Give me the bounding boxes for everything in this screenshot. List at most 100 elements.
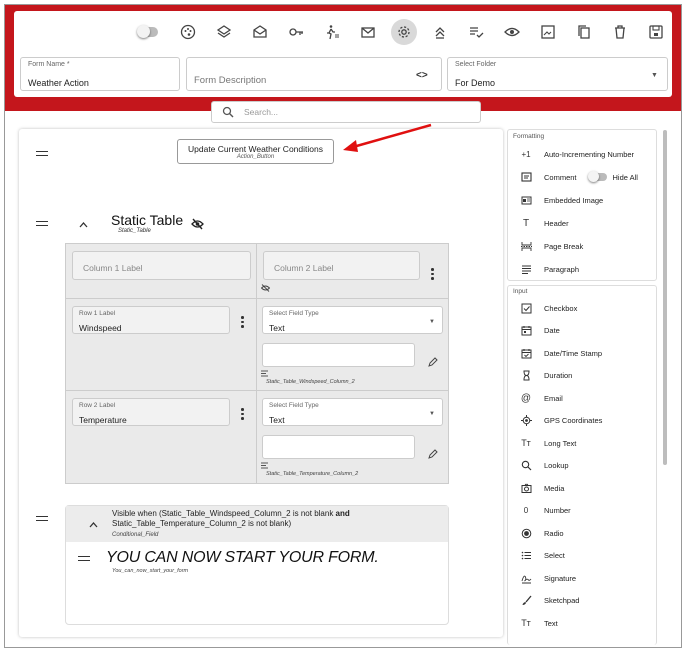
trash-icon[interactable] bbox=[602, 19, 638, 45]
formatting-title: Formatting bbox=[513, 133, 545, 140]
form-canvas: Update Current Weather Conditions Action… bbox=[19, 129, 503, 637]
field-settings-icon[interactable] bbox=[261, 370, 268, 377]
palette-item-duration[interactable]: Duration bbox=[518, 368, 572, 382]
at-icon: @ bbox=[520, 392, 532, 404]
annotation-arrow bbox=[343, 123, 432, 152]
palette-item-auto-number[interactable]: +1 Auto-Incrementing Number bbox=[518, 147, 634, 161]
drag-handle-icon[interactable] bbox=[78, 556, 90, 561]
formatting-panel: Formatting +1 Auto-Incrementing Number Co… bbox=[507, 129, 657, 281]
column-2-menu-icon[interactable] bbox=[431, 268, 434, 280]
chevron-up-icon[interactable] bbox=[79, 222, 88, 228]
palette-item-gps[interactable]: GPS Coordinates bbox=[518, 413, 602, 427]
palette-item-label: Date bbox=[544, 325, 560, 335]
select-folder-field[interactable]: Select Folder For Demo ▼ bbox=[447, 57, 668, 91]
field-settings-icon[interactable] bbox=[261, 462, 268, 469]
drag-handle-icon[interactable] bbox=[36, 221, 48, 226]
list-icon bbox=[518, 550, 534, 561]
save-icon[interactable] bbox=[638, 19, 674, 45]
palette-item-label: Header bbox=[544, 218, 569, 228]
checklist-icon[interactable] bbox=[458, 19, 494, 45]
palette-item-number[interactable]: 0 Number bbox=[518, 503, 571, 517]
row-2-field-type-select[interactable]: Select Field Type Text ▼ bbox=[262, 398, 443, 426]
table-row: Select Field Type Text ▼ Static_Table_Te… bbox=[256, 390, 449, 484]
palette-item-long-text[interactable]: Tт Long Text bbox=[518, 436, 576, 450]
pencil-icon[interactable] bbox=[428, 357, 438, 367]
palette-item-lookup[interactable]: Lookup bbox=[518, 458, 569, 472]
palette-item-sketchpad[interactable]: Sketchpad bbox=[518, 593, 579, 607]
embedded-image-icon bbox=[518, 195, 534, 206]
palette-item-label: Select bbox=[544, 550, 565, 560]
input-title: Input bbox=[513, 288, 528, 295]
visibility-condition: Visible when (Static_Table_Windspeed_Col… bbox=[112, 509, 350, 529]
column-1-label-input[interactable]: Column 1 Label bbox=[72, 251, 251, 280]
image-icon[interactable] bbox=[530, 19, 566, 45]
drag-handle-icon[interactable] bbox=[36, 516, 48, 521]
palette-item-embedded-image[interactable]: Embedded Image bbox=[518, 193, 603, 207]
signature-icon bbox=[518, 573, 534, 584]
eye-off-icon[interactable] bbox=[191, 218, 204, 230]
long-text-icon: Tт bbox=[521, 438, 531, 448]
row-1-label-input[interactable]: Row 1 Label Windspeed bbox=[72, 306, 230, 334]
palette-item-label: Sketchpad bbox=[544, 595, 580, 605]
row-2-value-input[interactable] bbox=[262, 435, 415, 459]
palette-item-header[interactable]: T Header bbox=[518, 216, 569, 230]
row-1-value-input[interactable] bbox=[262, 343, 415, 367]
palette-item-label: Embedded Image bbox=[544, 195, 604, 205]
plus-one-icon: +1 bbox=[521, 149, 531, 159]
palette-item-date[interactable]: Date bbox=[518, 323, 560, 337]
static-table-title: Static Table bbox=[111, 212, 184, 228]
palette-item-select[interactable]: Select bbox=[518, 548, 565, 562]
palette-item-label: Number bbox=[544, 505, 571, 515]
app-window: Form Name * Weather Action Form Descript… bbox=[4, 4, 682, 648]
chevron-up-icon[interactable] bbox=[89, 522, 98, 528]
row-1-caption: Row 1 Label bbox=[79, 310, 116, 317]
palette-item-checkbox[interactable]: Checkbox bbox=[518, 301, 577, 315]
comment-icon bbox=[518, 171, 534, 183]
header-icon: T bbox=[522, 217, 530, 229]
table-header-cell: Column 1 Label bbox=[65, 243, 257, 299]
palette-item-label: GPS Coordinates bbox=[544, 415, 603, 425]
select-folder-value: For Demo bbox=[455, 78, 496, 88]
copy-icon[interactable] bbox=[566, 19, 602, 45]
row-2-menu-icon[interactable] bbox=[241, 408, 244, 420]
palette-item-paragraph[interactable]: Paragraph bbox=[518, 262, 579, 276]
eye-icon[interactable] bbox=[494, 19, 530, 45]
palette-item-text[interactable]: Tт Text bbox=[518, 616, 558, 630]
row-1-value: Windspeed bbox=[79, 323, 122, 333]
input-panel: Input Checkbox Date Date/Time Stamp Dura… bbox=[507, 285, 657, 645]
row-1-field-type-select[interactable]: Select Field Type Text ▼ bbox=[262, 306, 443, 334]
conditional-field-card: Visible when (Static_Table_Windspeed_Col… bbox=[65, 505, 449, 625]
palette-scrollbar[interactable] bbox=[663, 130, 667, 465]
hide-all-toggle[interactable] bbox=[587, 171, 607, 182]
palette-item-date-time-stamp[interactable]: Date/Time Stamp bbox=[518, 346, 602, 360]
eye-off-small-icon[interactable] bbox=[261, 284, 270, 292]
table-row: Row 2 Label Temperature bbox=[65, 390, 257, 484]
column-2-label-input[interactable]: Column 2 Label bbox=[263, 251, 420, 280]
magnifier-icon bbox=[518, 460, 534, 471]
palette-item-email[interactable]: @ Email bbox=[518, 391, 563, 405]
condition-line-2: Static_Table_Temperature_Column_2 is not… bbox=[112, 519, 292, 528]
palette-item-media[interactable]: Media bbox=[518, 481, 564, 495]
palette-item-page-break[interactable]: Page Break bbox=[518, 239, 583, 253]
palette-item-signature[interactable]: Signature bbox=[518, 571, 576, 585]
palette-item-label: Duration bbox=[544, 370, 573, 380]
conditional-header: Visible when (Static_Table_Windspeed_Col… bbox=[66, 506, 448, 542]
palette-item-label: Checkbox bbox=[544, 303, 578, 313]
header-sub: You_can_now_start_your_form bbox=[112, 568, 189, 574]
gps-icon bbox=[518, 414, 534, 426]
column-1-placeholder: Column 1 Label bbox=[83, 263, 143, 273]
pencil-icon[interactable] bbox=[428, 449, 438, 459]
table-row: Row 1 Label Windspeed bbox=[65, 298, 257, 391]
page-break-icon bbox=[518, 241, 534, 252]
palette-item-label: Signature bbox=[544, 573, 577, 583]
select-folder-label: Select Folder bbox=[455, 61, 497, 68]
row-2-label-input[interactable]: Row 2 Label Temperature bbox=[72, 398, 230, 426]
table-header-cell: Column 2 Label bbox=[256, 243, 449, 299]
camera-icon bbox=[518, 483, 534, 494]
row-1-type-caption: Select Field Type bbox=[269, 310, 319, 317]
row-2-type-caption: Select Field Type bbox=[269, 402, 319, 409]
row-1-menu-icon[interactable] bbox=[241, 316, 244, 328]
palette-item-radio[interactable]: Radio bbox=[518, 526, 564, 540]
palette-item-comment[interactable]: Comment Hide All bbox=[518, 170, 638, 184]
condition-and: and bbox=[335, 509, 350, 518]
